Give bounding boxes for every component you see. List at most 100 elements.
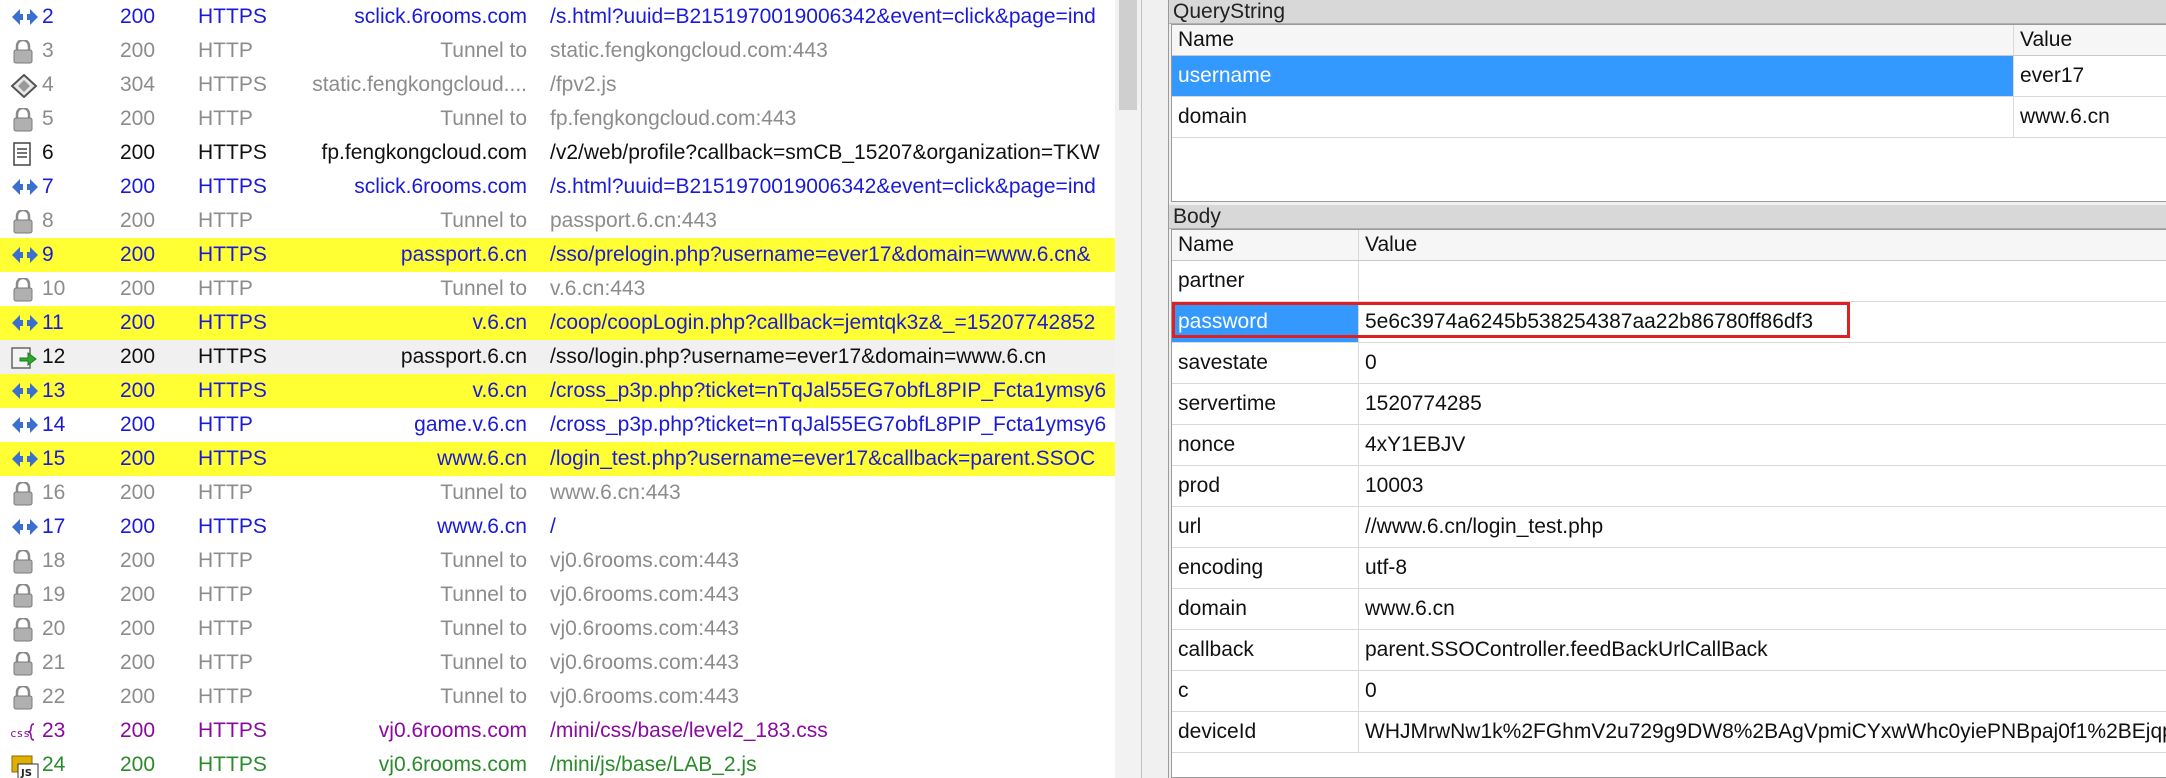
session-result: 200: [120, 39, 156, 62]
lock-icon: [6, 544, 40, 578]
session-result: 200: [120, 175, 156, 198]
querystring-name-column-header[interactable]: Name: [1172, 25, 2014, 55]
lock-icon: [6, 680, 40, 714]
session-number: 12: [42, 345, 66, 368]
session-row[interactable]: 7 200 HTTPS sclick.6rooms.com/s.html?uuid=B…: [0, 170, 1115, 204]
body-param-name: prod: [1172, 466, 1359, 506]
session-number: 5: [42, 107, 54, 130]
session-url: vj0.6rooms.com:443: [550, 617, 740, 640]
web-arrows-icon: [6, 306, 40, 340]
session-url: static.fengkongcloud.com:443: [550, 39, 828, 62]
body-name-column-header[interactable]: Name: [1172, 230, 1359, 260]
session-row[interactable]: 12 200 HTTPS passport.6.cn/sso/login.php?us…: [0, 340, 1115, 374]
session-host: sclick.6rooms.com: [354, 175, 527, 198]
session-row[interactable]: 20 200 HTTP Tunnel to vj0.6rooms.com:443: [0, 612, 1115, 646]
session-result: 200: [120, 5, 156, 28]
body-param-name: partner: [1172, 261, 1359, 301]
session-result: 200: [120, 549, 156, 572]
session-row[interactable]: 8 200 HTTP Tunnel to passport.6.cn:443: [0, 204, 1115, 238]
session-row[interactable]: 9 200 HTTPS passport.6.cn/sso/prelogin.php?…: [0, 238, 1115, 272]
session-result: 200: [120, 447, 156, 470]
session-url: www.6.cn:443: [550, 481, 681, 504]
session-row[interactable]: 22 200 HTTP Tunnel to vj0.6rooms.com:443: [0, 680, 1115, 714]
querystring-row-username[interactable]: username ever17: [1172, 56, 2166, 97]
session-number: 24: [42, 753, 66, 776]
session-row[interactable]: 2 200 HTTPS sclick.6rooms.com/s.html?uuid=B…: [0, 0, 1115, 34]
body-row-domain[interactable]: domain www.6.cn: [1172, 589, 2166, 630]
body-param-name: deviceId: [1172, 712, 1359, 752]
session-url: /v2/web/profile?callback=smCB_15207&orga…: [550, 141, 1100, 164]
session-result: 200: [120, 311, 156, 334]
body-param-name: domain: [1172, 589, 1359, 629]
pane-splitter[interactable]: [1141, 0, 1169, 778]
session-url: vj0.6rooms.com:443: [550, 549, 740, 572]
body-param-value: utf-8: [1365, 556, 1408, 579]
body-param-value: 0: [1365, 679, 1377, 702]
session-row[interactable]: 10 200 HTTP Tunnel to v.6.cn:443: [0, 272, 1115, 306]
querystring-row-domain[interactable]: domain www.6.cn: [1172, 97, 2166, 138]
session-row[interactable]: 18 200 HTTP Tunnel to vj0.6rooms.com:443: [0, 544, 1115, 578]
session-host: Tunnel to: [440, 583, 527, 606]
web-arrows-icon: [6, 408, 40, 442]
session-protocol: HTTP: [198, 549, 253, 572]
session-row[interactable]: 21 200 HTTP Tunnel to vj0.6rooms.com:443: [0, 646, 1115, 680]
session-row[interactable]: 19 200 HTTP Tunnel to vj0.6rooms.com:443: [0, 578, 1115, 612]
session-host: Tunnel to: [440, 617, 527, 640]
session-row[interactable]: 14 200 HTTP game.v.6.cn/cross_p3p.php?ticke…: [0, 408, 1115, 442]
session-url: /: [550, 515, 556, 538]
body-row-callback[interactable]: callback parent.SSOController.feedBackUrl…: [1172, 630, 2166, 671]
session-url: passport.6.cn:443: [550, 209, 717, 232]
session-result: 200: [120, 651, 156, 674]
body-row-partner[interactable]: partner: [1172, 261, 2166, 302]
session-host: v.6.cn: [472, 311, 527, 334]
session-row[interactable]: 15 200 HTTPS www.6.cn/login_test.php?userna…: [0, 442, 1115, 476]
session-host: static.fengkongcloud....: [312, 73, 527, 96]
session-result: 200: [120, 685, 156, 708]
session-protocol: HTTP: [198, 107, 253, 130]
querystring-grid[interactable]: Name Value username ever17 domain www.6.cn: [1171, 24, 2166, 202]
body-value-column-header[interactable]: Value: [1359, 230, 2166, 260]
body-row-nonce[interactable]: nonce 4xY1EBJV: [1172, 425, 2166, 466]
web-arrows-icon: [6, 170, 40, 204]
session-protocol: HTTPS: [198, 515, 267, 538]
session-row[interactable]: 4 304 HTTPS static.fengkongcloud.... /fpv2.j…: [0, 68, 1115, 102]
querystring-value-column-header[interactable]: Value: [2014, 25, 2166, 55]
session-row[interactable]: css 23 200 HTTPS vj0.6rooms.com/mini/css/bas…: [0, 714, 1115, 748]
scrollbar-thumb[interactable]: [1119, 0, 1137, 110]
session-list[interactable]: 2 200 HTTPS sclick.6rooms.com/s.html?uuid=B…: [0, 0, 1115, 778]
body-row-prod[interactable]: prod 10003: [1172, 466, 2166, 507]
session-number: 6: [42, 141, 54, 164]
session-url: vj0.6rooms.com:443: [550, 651, 740, 674]
session-url: /coop/coopLogin.php?callback=jemtqk3z&_=…: [550, 311, 1096, 334]
session-row[interactable]: 3 200 HTTP Tunnel to static.fengkongcloud.co…: [0, 34, 1115, 68]
session-row[interactable]: 16 200 HTTP Tunnel to www.6.cn:443: [0, 476, 1115, 510]
session-host: Tunnel to: [440, 685, 527, 708]
web-arrows-icon: [6, 442, 40, 476]
session-row[interactable]: 13 200 HTTPS v.6.cn/cross_p3p.php?ticket=nT…: [0, 374, 1115, 408]
session-row[interactable]: 17 200 HTTPS www.6.cn /: [0, 510, 1115, 544]
svg-text:JS: JS: [20, 768, 32, 778]
session-row[interactable]: 5 200 HTTP Tunnel to fp.fengkongcloud.com:44…: [0, 102, 1115, 136]
session-host: vj0.6rooms.com: [378, 719, 527, 742]
session-host: Tunnel to: [440, 277, 527, 300]
session-result: 200: [120, 481, 156, 504]
session-row[interactable]: 6 200 HTTPS fp.fengkongcloud.com/v2/web/pro…: [0, 136, 1115, 170]
body-row-savestate[interactable]: savestate 0: [1172, 343, 2166, 384]
body-row-encoding[interactable]: encoding utf-8: [1172, 548, 2166, 589]
body-row-password[interactable]: password 5e6c3974a6245b538254387aa22b8678…: [1172, 302, 2166, 343]
body-param-value: [1359, 261, 2166, 301]
body-row-c[interactable]: c0: [1172, 671, 2166, 712]
web-arrows-icon: [6, 510, 40, 544]
session-row[interactable]: 11 200 HTTPS v.6.cn/coop/coopLogin.php?call…: [0, 306, 1115, 340]
body-row-servertime[interactable]: servertime 1520774285: [1172, 384, 2166, 425]
body-row-url[interactable]: url //www.6.cn/login_test.php: [1172, 507, 2166, 548]
session-protocol: HTTPS: [198, 243, 267, 266]
querystring-section-title: QueryString: [1169, 0, 2166, 24]
querystring-param-name: username: [1172, 56, 2014, 96]
session-result: 200: [120, 345, 156, 368]
session-list-scrollbar[interactable]: [1115, 0, 1141, 778]
session-row[interactable]: JS 24 200 HTTPS vj0.6rooms.com/mini/js/base/…: [0, 748, 1115, 778]
session-result: 200: [120, 413, 156, 436]
body-grid[interactable]: Name Value partner password 5e6c3974a6245b…: [1171, 229, 2166, 778]
body-row-deviceId[interactable]: deviceId WHJMrwNw1k%2FGhmV2u729g9DW8%2BAg…: [1172, 712, 2166, 753]
